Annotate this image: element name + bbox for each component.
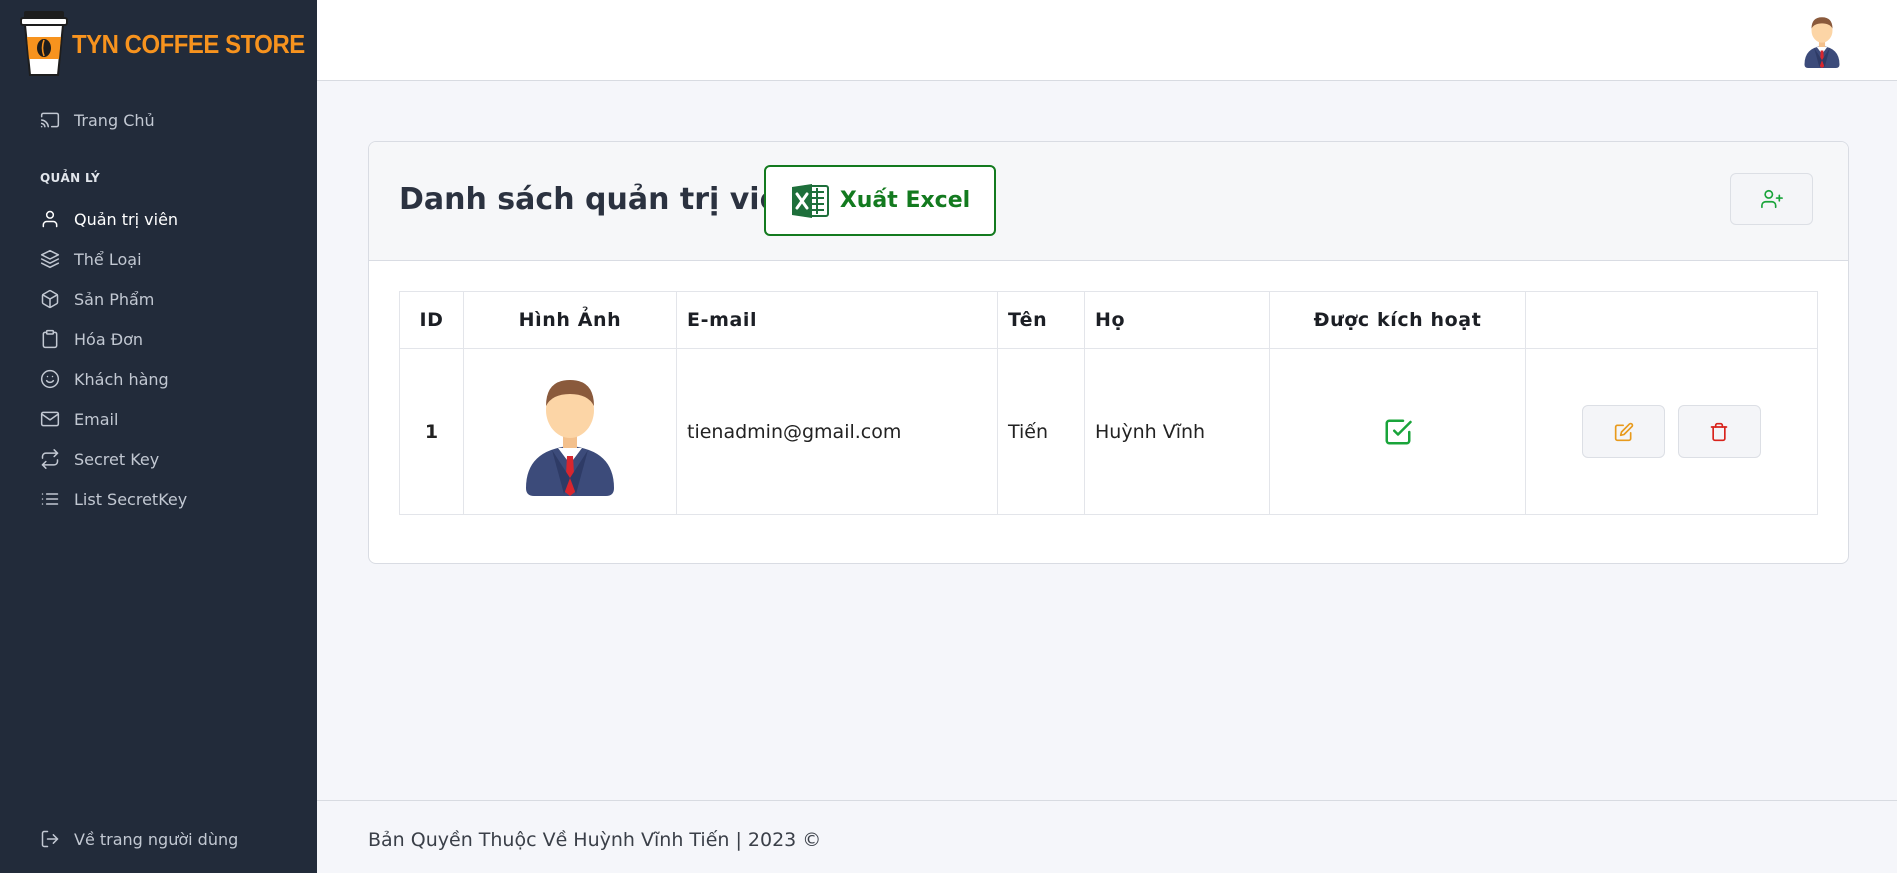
sidebar-item-categories[interactable]: Thể Loại — [40, 247, 142, 271]
sidebar-item-label: Sản Phẩm — [74, 289, 155, 309]
sidebar-item-label: Trang Chủ — [74, 110, 155, 130]
topbar — [317, 0, 1897, 81]
cast-icon — [40, 112, 60, 128]
sidebar: TYN COFFEE STORE Trang Chủ QUẢN LÝ Quản … — [0, 0, 317, 873]
trash-icon — [1710, 422, 1728, 441]
cell-actions — [1525, 348, 1818, 515]
column-header-enabled[interactable]: Được kích hoạt — [1269, 291, 1526, 349]
cell-id: 1 — [399, 348, 464, 515]
sidebar-item-label: Thể Loại — [74, 249, 142, 269]
column-header-image[interactable]: Hình Ảnh — [463, 291, 677, 349]
export-excel-button[interactable]: Xuất Excel — [764, 165, 996, 236]
repeat-icon — [41, 449, 59, 469]
column-header-last-name[interactable]: Họ — [1084, 291, 1270, 349]
cell-last-name: Huỳnh Vĩnh — [1084, 348, 1270, 515]
sidebar-item-label: Secret Key — [74, 449, 160, 469]
table-header-row: ID Hình Ảnh E-mail Tên Họ Được kích hoạt — [399, 291, 1818, 349]
cell-enabled — [1269, 348, 1526, 515]
edit-button[interactable] — [1582, 405, 1666, 458]
footer: Bản Quyền Thuộc Về Huỳnh Vĩnh Tiến | 202… — [317, 800, 1897, 873]
export-excel-label: Xuất Excel — [839, 188, 971, 213]
sidebar-item-home[interactable]: Trang Chủ — [40, 108, 155, 132]
sidebar-item-back-to-user[interactable]: Về trang người dùng — [40, 827, 238, 851]
sidebar-item-label: Quản trị viên — [74, 209, 179, 229]
brand-logo[interactable]: TYN COFFEE STORE — [20, 8, 325, 80]
clipboard-icon — [42, 329, 58, 349]
mail-icon — [40, 411, 60, 427]
card-header: Danh sách quản trị viên Xuất Excel — [369, 142, 1848, 261]
sidebar-item-email[interactable]: Email — [40, 407, 118, 431]
copyright-text: Bản Quyền Thuộc Về Huỳnh Vĩnh Tiến | 202… — [368, 829, 822, 851]
add-admin-button[interactable] — [1730, 173, 1813, 225]
layers-icon — [40, 249, 60, 269]
cell-first-name: Tiến — [997, 348, 1085, 515]
cell-image — [463, 348, 677, 515]
log-out-icon — [41, 830, 59, 848]
sidebar-item-customers[interactable]: Khách hàng — [40, 367, 169, 391]
coffee-cup-icon — [20, 11, 68, 76]
sidebar-section-label: QUẢN LÝ — [40, 171, 101, 185]
user-icon — [42, 210, 58, 228]
user-plus-icon — [1760, 189, 1783, 209]
admin-table: ID Hình Ảnh E-mail Tên Họ Được kích hoạt… — [399, 291, 1818, 515]
brand-name: TYN COFFEE STORE — [72, 28, 305, 59]
sidebar-item-admins[interactable]: Quản trị viên — [40, 207, 178, 231]
sidebar-item-list-secret-key[interactable]: List SecretKey — [40, 487, 187, 511]
sidebar-item-label: Hóa Đơn — [74, 329, 144, 349]
excel-icon — [791, 183, 829, 218]
column-header-actions — [1525, 291, 1818, 349]
sidebar-item-secret-key[interactable]: Secret Key — [40, 447, 159, 471]
column-header-id[interactable]: ID — [399, 291, 464, 349]
smile-icon — [40, 369, 60, 389]
sidebar-item-invoices[interactable]: Hóa Đơn — [40, 327, 143, 351]
page-title: Danh sách quản trị viên — [399, 182, 802, 217]
sidebar-item-label: Về trang người dùng — [74, 829, 239, 849]
list-icon — [41, 493, 59, 505]
cell-email: tienadmin@gmail.com — [676, 348, 998, 515]
sidebar-item-products[interactable]: Sản Phẩm — [40, 287, 154, 311]
delete-button[interactable] — [1677, 405, 1761, 458]
column-header-first-name[interactable]: Tên — [997, 291, 1085, 349]
table-row: 1 tienadmin@gmail.com Tiến Huỳnh Vĩnh — [399, 348, 1818, 515]
user-avatar[interactable] — [1797, 12, 1847, 68]
edit-icon — [1614, 422, 1634, 441]
box-icon — [41, 289, 59, 309]
sidebar-item-label: Email — [74, 409, 119, 429]
check-square-icon[interactable] — [1383, 417, 1413, 447]
admin-list-card: Danh sách quản trị viên Xuất Excel ID Hì… — [368, 141, 1849, 564]
admin-avatar — [526, 379, 614, 496]
sidebar-item-label: List SecretKey — [74, 489, 188, 509]
sidebar-item-label: Khách hàng — [74, 369, 169, 389]
column-header-email[interactable]: E-mail — [676, 291, 998, 349]
